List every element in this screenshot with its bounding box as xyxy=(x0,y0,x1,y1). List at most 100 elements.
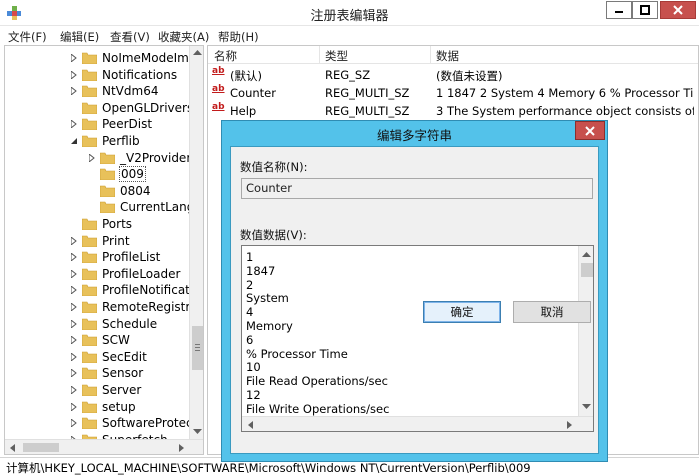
tree-item[interactable]: Schedule xyxy=(69,316,158,332)
value-type: REG_SZ xyxy=(325,68,371,82)
tree-item-label: RemoteRegistry xyxy=(102,300,198,314)
expand-arrow-icon[interactable] xyxy=(69,236,79,246)
no-expander xyxy=(87,202,97,212)
tree-horizontal-scrollbar[interactable] xyxy=(5,439,203,454)
tree-item[interactable]: Server xyxy=(69,382,142,398)
tree-item[interactable]: Notifications xyxy=(69,67,178,83)
tree-item[interactable]: setup xyxy=(69,399,137,415)
expand-arrow-icon[interactable] xyxy=(69,368,79,378)
value-data: 1 1847 2 System 4 Memory 6 % Processor T… xyxy=(436,86,694,100)
menu-help[interactable]: 帮助(H) xyxy=(218,29,259,45)
scroll-up-arrow-icon[interactable] xyxy=(193,49,202,55)
expand-arrow-icon[interactable] xyxy=(69,402,79,412)
expand-arrow-icon[interactable] xyxy=(69,252,79,262)
column-type[interactable]: 类型 xyxy=(325,48,348,64)
value-row[interactable]: ab (默认) REG_SZ (数值未设置) xyxy=(208,66,698,84)
tree-item[interactable]: PeerDist xyxy=(69,116,153,132)
data-vertical-scrollbar[interactable] xyxy=(578,246,593,416)
scroll-down-arrow-icon[interactable] xyxy=(193,429,202,435)
dialog-close-button[interactable] xyxy=(575,121,605,140)
expand-arrow-icon[interactable] xyxy=(69,335,79,345)
tree-hscroll-thumb[interactable] xyxy=(23,443,59,452)
registry-tree[interactable]: NoImeModeImagesNotifications NtVdm64OpenG… xyxy=(4,45,204,455)
tree-item[interactable]: ProfileLoader xyxy=(69,266,181,282)
tree-item[interactable]: NoImeModeImages xyxy=(69,50,203,66)
expand-arrow-icon[interactable] xyxy=(69,319,79,329)
collapse-arrow-icon[interactable] xyxy=(69,136,79,146)
expand-arrow-icon[interactable] xyxy=(69,269,79,279)
tree-item[interactable]: Ports xyxy=(69,216,133,232)
expand-arrow-icon[interactable] xyxy=(69,302,79,312)
value-data-textarea[interactable]: 1 1847 2 System 4 Memory 6% Processor Time 10 Fi… xyxy=(241,245,594,432)
tree-item[interactable]: SecEdit xyxy=(69,349,148,365)
data-line: File Read Operations/sec xyxy=(246,374,388,389)
column-data[interactable]: 数据 xyxy=(436,48,459,64)
tree-scroll-thumb[interactable] xyxy=(192,326,203,370)
tree-item[interactable]: Sensor xyxy=(69,365,144,381)
scroll-right-arrow-icon[interactable] xyxy=(567,421,573,429)
folder-icon xyxy=(99,152,116,164)
expand-arrow-icon[interactable] xyxy=(69,385,79,395)
menu-favorites[interactable]: 收藏夹(A) xyxy=(158,29,209,45)
tree-item-label: PeerDist xyxy=(102,117,153,132)
maximize-button[interactable] xyxy=(632,1,658,19)
close-button[interactable] xyxy=(660,1,696,19)
tree-item[interactable]: _V2Providers xyxy=(87,150,199,166)
menu-file[interactable]: 文件(F) xyxy=(8,29,47,45)
tree-vertical-scrollbar[interactable] xyxy=(189,46,203,439)
folder-icon xyxy=(81,351,98,364)
scroll-left-arrow-icon[interactable] xyxy=(247,421,253,429)
tree-item-label: 009 xyxy=(119,166,146,183)
menu-view[interactable]: 查看(V) xyxy=(110,29,150,45)
string-value-icon: ab xyxy=(212,102,225,112)
tree-item[interactable]: RemoteRegistry xyxy=(69,299,198,315)
value-data-lines: 1 1847 2 System 4 Memory 6% Processor Time 10 Fi… xyxy=(246,250,389,417)
tree-item[interactable]: CurrentLanguage xyxy=(87,199,203,215)
close-icon xyxy=(585,125,595,136)
tree-item-label: Notifications xyxy=(102,67,178,82)
tree-item[interactable]: 009 xyxy=(87,166,146,183)
expand-arrow-icon[interactable] xyxy=(69,119,79,129)
value-name-label: 数值名称(N): xyxy=(240,160,308,174)
expand-arrow-icon[interactable] xyxy=(69,352,79,362)
tree-item[interactable]: NtVdm64 xyxy=(69,83,159,99)
cancel-button[interactable]: 取消 xyxy=(513,301,591,323)
tree-item-label: Perflib xyxy=(102,134,140,148)
edit-multi-string-dialog: 编辑多字符串 数值名称(N): Counter 数值数据(V): 1 1847 2 S… xyxy=(221,120,608,462)
folder-icon xyxy=(81,384,98,397)
menu-edit[interactable]: 编辑(E) xyxy=(60,29,99,45)
tree-item[interactable]: ProfileList xyxy=(69,249,161,265)
data-line: % Processor Time xyxy=(246,346,348,361)
dialog-body: 数值名称(N): Counter 数值数据(V): 1 1847 2 System 4 M… xyxy=(230,146,599,454)
scroll-left-arrow-icon[interactable] xyxy=(9,444,15,452)
value-name: Help xyxy=(230,104,257,118)
folder-icon xyxy=(81,268,98,281)
tree-item[interactable]: 0804 xyxy=(87,183,152,199)
expand-arrow-icon[interactable] xyxy=(69,53,79,63)
data-horizontal-scrollbar[interactable] xyxy=(242,416,593,431)
expand-arrow-icon[interactable] xyxy=(69,418,79,428)
minimize-button[interactable] xyxy=(606,1,632,19)
scroll-up-arrow-icon[interactable] xyxy=(582,251,591,257)
value-row[interactable]: ab Help REG_MULTI_SZ 3 The System performan… xyxy=(208,102,698,120)
expand-arrow-icon[interactable] xyxy=(87,153,97,163)
tree-item[interactable]: ProfileNotification xyxy=(69,282,203,298)
tree-item-label: 0804 xyxy=(120,183,151,198)
tree-item[interactable]: SoftwareProtectionPlatform xyxy=(69,415,203,431)
expand-arrow-icon[interactable] xyxy=(69,70,79,80)
value-row[interactable]: ab Counter REG_MULTI_SZ 1 1847 2 System 4 M… xyxy=(208,84,698,102)
data-scroll-thumb[interactable] xyxy=(581,263,593,277)
tree-item[interactable]: SCW xyxy=(69,332,131,348)
tree-item[interactable]: Print xyxy=(69,233,131,249)
column-name[interactable]: 名称 xyxy=(214,48,237,64)
tree-item[interactable]: OpenGLDrivers xyxy=(69,100,194,116)
expand-arrow-icon[interactable] xyxy=(69,285,79,295)
scroll-down-arrow-icon[interactable] xyxy=(582,404,591,410)
value-type: REG_MULTI_SZ xyxy=(325,86,410,100)
expand-arrow-icon[interactable] xyxy=(69,86,79,96)
scroll-right-arrow-icon[interactable] xyxy=(179,444,185,452)
tree-item-label: NtVdm64 xyxy=(102,84,159,99)
ok-button[interactable]: 确定 xyxy=(423,301,501,323)
tree-item[interactable]: Perflib xyxy=(69,133,141,149)
folder-icon xyxy=(81,235,98,247)
